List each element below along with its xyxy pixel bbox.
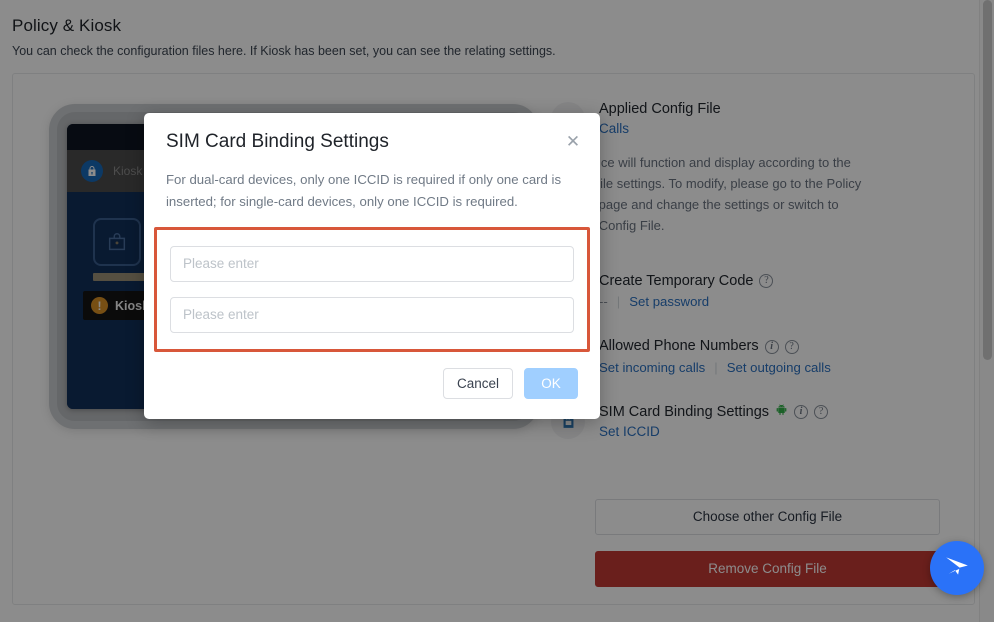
modal-title: SIM Card Binding Settings <box>166 131 389 152</box>
modal-description: For dual-card devices, only one ICCID is… <box>166 172 562 209</box>
sim-card-binding-modal: SIM Card Binding Settings ✕ For dual-car… <box>144 113 600 419</box>
send-plane-icon <box>944 553 970 584</box>
close-icon[interactable]: ✕ <box>563 132 583 152</box>
modal-header: SIM Card Binding Settings ✕ <box>144 113 600 153</box>
send-plane-fab[interactable] <box>930 541 984 595</box>
modal-footer: Cancel OK <box>144 352 600 419</box>
iccid-input-1[interactable] <box>170 245 574 282</box>
cancel-button[interactable]: Cancel <box>443 367 513 399</box>
iccid-field-group <box>154 226 590 352</box>
ok-button[interactable]: OK <box>524 367 578 399</box>
iccid-input-2[interactable] <box>170 296 574 333</box>
